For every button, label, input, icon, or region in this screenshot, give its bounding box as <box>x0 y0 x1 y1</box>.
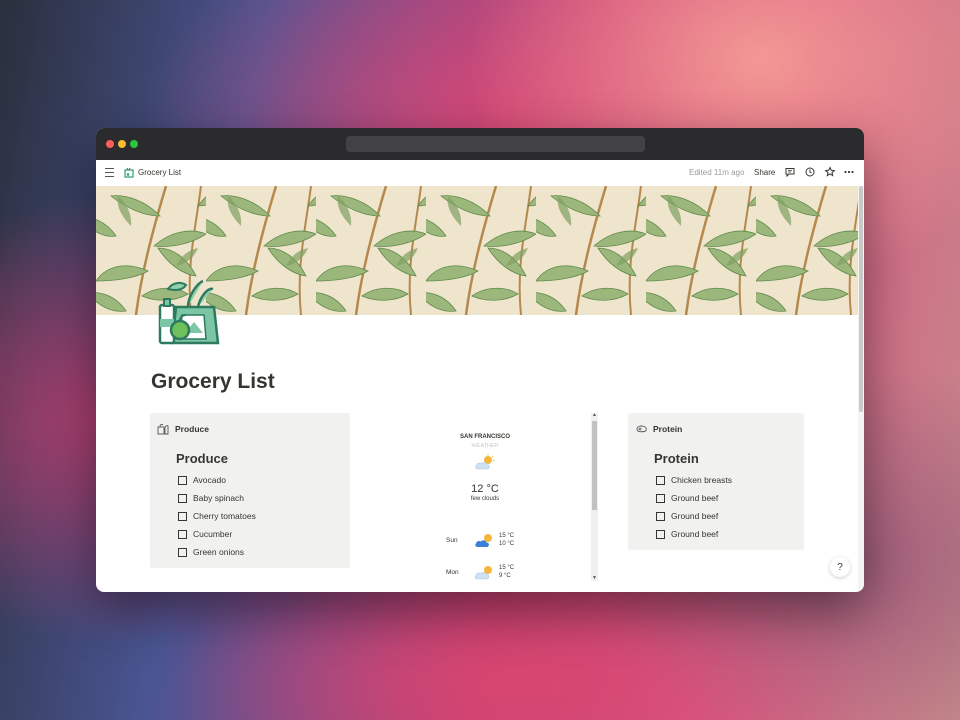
list-item: Ground beef <box>656 507 732 525</box>
forecast-high: 15 °C <box>499 533 515 539</box>
comment-icon[interactable] <box>784 166 796 178</box>
title-bar <box>96 128 864 160</box>
todo-checkbox[interactable] <box>656 493 665 503</box>
breadcrumb-title[interactable]: Grocery List <box>138 168 181 177</box>
forecast-row: Mon 15 °C 9 °C <box>392 563 578 581</box>
protein-list: Chicken breasts Ground beef Ground beef … <box>656 471 732 543</box>
close-window-button[interactable] <box>106 140 114 148</box>
meat-icon <box>636 425 647 433</box>
todo-text[interactable]: Cucumber <box>193 529 232 539</box>
current-temperature: 12 °C <box>471 483 499 495</box>
browser-window: Grocery List Edited 11m ago Share Grocer… <box>96 128 864 592</box>
weather-description: few clouds <box>470 496 500 502</box>
few-clouds-icon <box>475 454 495 470</box>
list-item: Chicken breasts <box>656 471 732 489</box>
maximize-window-button[interactable] <box>130 140 138 148</box>
weather-widget[interactable]: SAN FRANCISCO WEATHER 12 °C few clouds S… <box>392 413 602 581</box>
todo-checkbox[interactable] <box>178 475 187 485</box>
address-bar[interactable] <box>346 136 645 152</box>
weather-scrollbar-thumb[interactable] <box>592 421 597 510</box>
list-item: Baby spinach <box>178 489 256 507</box>
few-clouds-icon <box>475 534 492 547</box>
scroll-up-arrow-icon[interactable]: ▲ <box>592 413 597 418</box>
todo-checkbox[interactable] <box>178 547 187 557</box>
produce-callout: Produce Produce Avocado Baby spinach Che… <box>150 413 350 568</box>
page-title[interactable]: Grocery List <box>151 370 275 394</box>
todo-text[interactable]: Ground beef <box>671 493 718 503</box>
forecast-low: 10 °C <box>499 541 515 547</box>
share-button[interactable]: Share <box>754 168 775 177</box>
protein-heading[interactable]: Protein <box>654 451 699 466</box>
protein-header-label: Protein <box>653 424 683 434</box>
todo-checkbox[interactable] <box>656 511 665 521</box>
forecast-day: Sun <box>446 537 458 544</box>
list-item: Ground beef <box>656 525 732 543</box>
todo-text[interactable]: Ground beef <box>671 511 718 521</box>
todo-checkbox[interactable] <box>178 511 187 521</box>
todo-text[interactable]: Cherry tomatoes <box>193 511 256 521</box>
produce-heading[interactable]: Produce <box>176 451 228 466</box>
todo-checkbox[interactable] <box>178 529 187 539</box>
weather-subtitle: WEATHER <box>471 443 499 449</box>
forecast-row: Sun 15 °C 10 °C <box>392 531 578 553</box>
list-item: Cucumber <box>178 525 256 543</box>
menu-icon[interactable] <box>105 168 114 177</box>
more-options-icon[interactable] <box>843 166 855 178</box>
produce-list: Avocado Baby spinach Cherry tomatoes Cuc… <box>178 471 256 561</box>
todo-checkbox[interactable] <box>178 493 187 503</box>
scroll-down-arrow-icon[interactable]: ▼ <box>592 575 597 581</box>
forecast-day: Mon <box>446 569 459 576</box>
protein-callout-header: Protein <box>635 423 682 435</box>
todo-text[interactable]: Chicken breasts <box>671 475 732 485</box>
list-item: Ground beef <box>656 489 732 507</box>
weather-scrollbar[interactable]: ▲ ▼ <box>591 413 598 581</box>
history-icon[interactable] <box>804 166 816 178</box>
grocery-bag-icon[interactable] <box>158 275 224 345</box>
page-topbar: Grocery List Edited 11m ago Share <box>96 160 864 186</box>
list-item: Avocado <box>178 471 256 489</box>
forecast-high: 15 °C <box>499 565 515 571</box>
todo-checkbox[interactable] <box>656 475 665 485</box>
todo-checkbox[interactable] <box>656 529 665 539</box>
protein-callout: Protein Protein Chicken breasts Ground b… <box>628 413 804 550</box>
todo-text[interactable]: Baby spinach <box>193 493 244 503</box>
star-icon[interactable] <box>824 166 836 178</box>
todo-text[interactable]: Ground beef <box>671 529 718 539</box>
produce-icon <box>157 423 169 435</box>
todo-text[interactable]: Green onions <box>193 547 244 557</box>
grocery-bag-icon <box>124 167 134 178</box>
list-item: Cherry tomatoes <box>178 507 256 525</box>
edited-timestamp: Edited 11m ago <box>689 168 745 177</box>
todo-text[interactable]: Avocado <box>193 475 226 485</box>
help-button[interactable]: ? <box>830 557 850 577</box>
few-clouds-icon <box>474 566 492 580</box>
forecast-low: 9 °C <box>499 573 511 579</box>
list-item: Green onions <box>178 543 256 561</box>
page-scrollbar-thumb[interactable] <box>859 186 863 412</box>
weather-city: SAN FRANCISCO <box>459 434 510 440</box>
minimize-window-button[interactable] <box>118 140 126 148</box>
produce-callout-header: Produce <box>157 423 209 435</box>
produce-header-label: Produce <box>175 424 210 434</box>
